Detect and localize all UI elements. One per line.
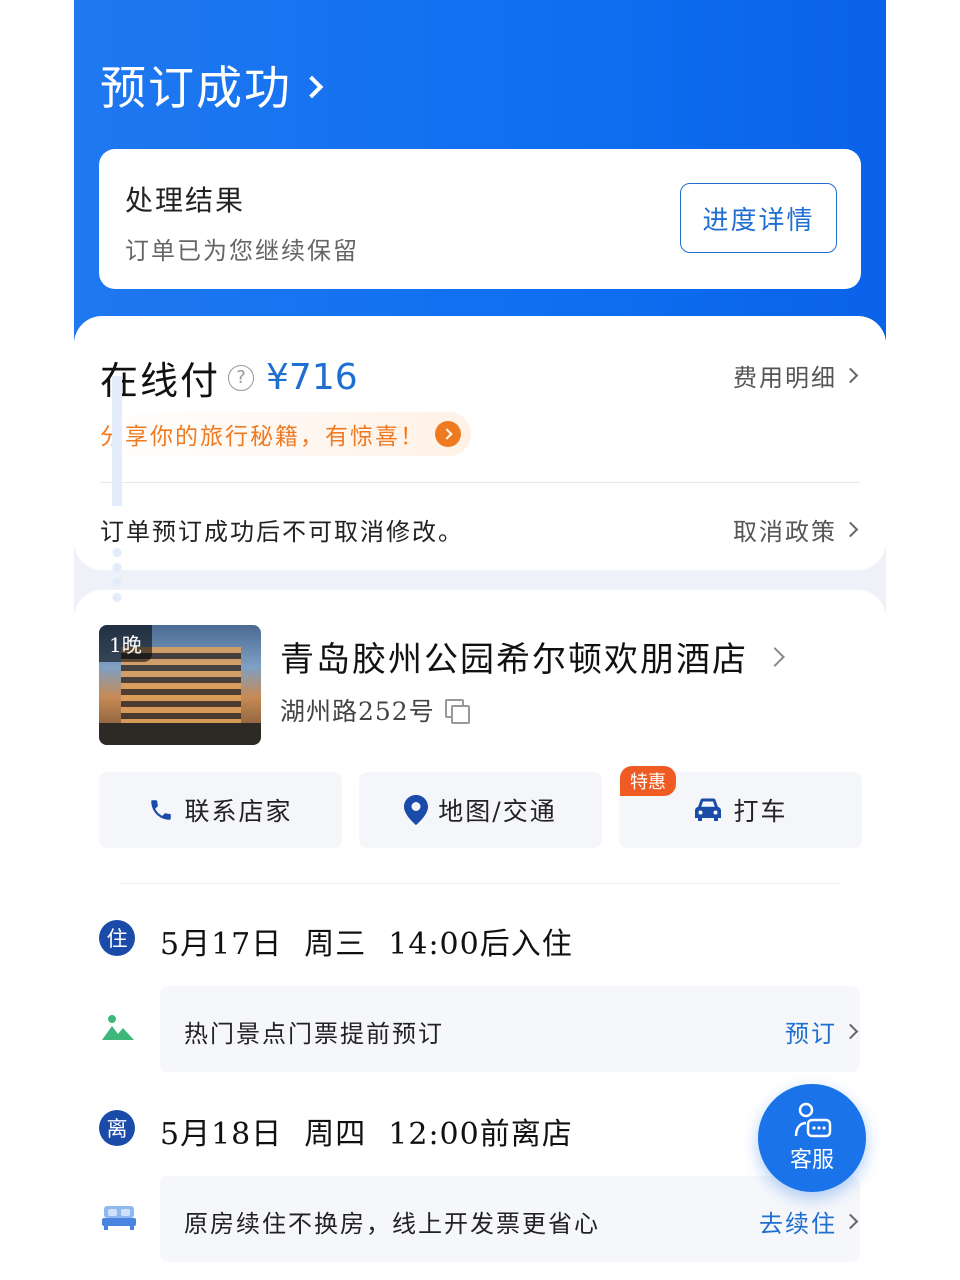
hotel-photo[interactable]: 1晚 xyxy=(99,625,261,745)
result-title: 处理结果 xyxy=(125,184,246,217)
timeline-dotted-connector xyxy=(112,545,122,605)
map-transport-label: 地图/交通 xyxy=(438,797,557,826)
checkout-weekday: 周四 xyxy=(304,1117,367,1152)
checkin-time: 14:00后入住 xyxy=(388,927,573,962)
chevron-right-icon xyxy=(300,75,324,99)
car-icon xyxy=(695,798,722,821)
extend-stay-link-label: 去续住 xyxy=(759,1210,837,1238)
attraction-tickets-link[interactable]: 预订 xyxy=(785,1014,859,1049)
processing-result-card: 处理结果 订单已为您继续保留 进度详情 xyxy=(99,149,861,289)
checkout-line: 5月18日 周四 12:00前离店 xyxy=(160,1109,573,1153)
map-transport-button[interactable]: 地图/交通 xyxy=(359,772,602,848)
total-price: ¥716 xyxy=(266,357,358,398)
progress-details-button[interactable]: 进度详情 xyxy=(680,183,837,253)
cancellation-policy-label: 取消政策 xyxy=(733,518,837,546)
location-pin-icon xyxy=(404,795,429,825)
hotel-name-link[interactable]: 青岛胶州公园希尔顿欢朋酒店 xyxy=(280,632,785,681)
phone-icon xyxy=(151,800,172,820)
contact-hotel-button[interactable]: 联系店家 xyxy=(99,772,342,848)
booking-status-title[interactable]: 预订成功 xyxy=(100,52,324,118)
cancellation-policy-link[interactable]: 取消政策 xyxy=(733,512,859,547)
chevron-right-icon xyxy=(842,521,859,538)
cancellation-notice: 订单预订成功后不可取消修改。 xyxy=(100,518,464,546)
extend-stay-link[interactable]: 去续住 xyxy=(759,1204,859,1239)
payment-card: 在线付 ? ¥716 费用明细 分享你的旅行秘籍，有惊喜！ 订单预订成功后不可取… xyxy=(74,316,886,570)
checkout-badge: 离 xyxy=(99,1110,135,1146)
share-promo-banner[interactable]: 分享你的旅行秘籍，有惊喜！ xyxy=(92,412,471,456)
attraction-tickets-link-label: 预订 xyxy=(785,1020,837,1048)
extend-stay-text: 原房续住不换房，线上开发票更省心 xyxy=(184,1210,600,1238)
share-promo-text: 分享你的旅行秘籍，有惊喜！ xyxy=(100,424,425,450)
payment-summary: 在线付 ? ¥716 xyxy=(100,350,358,405)
checkin-weekday: 周三 xyxy=(304,927,367,962)
attraction-tickets-row[interactable]: 热门景点门票提前预订 预订 xyxy=(160,986,860,1072)
chevron-right-icon xyxy=(765,646,785,667)
hotel-name: 青岛胶州公园希尔顿欢朋酒店 xyxy=(280,640,748,680)
divider xyxy=(120,883,840,884)
copy-icon[interactable] xyxy=(444,699,470,724)
question-icon[interactable]: ? xyxy=(228,364,255,391)
extend-stay-row[interactable]: 原房续住不换房，线上开发票更省心 去续住 xyxy=(160,1176,860,1262)
booking-status-text: 预订成功 xyxy=(100,61,292,115)
checkin-badge: 住 xyxy=(99,920,135,956)
fee-details-label: 费用明细 xyxy=(733,364,837,392)
timeline-connector xyxy=(112,376,122,506)
contact-hotel-label: 联系店家 xyxy=(184,797,293,826)
taxi-label: 打车 xyxy=(733,797,788,826)
checkin-line: 5月17日 周三 14:00后入住 xyxy=(160,919,573,963)
customer-service-button[interactable]: 客服 xyxy=(758,1084,866,1192)
special-offer-badge: 特惠 xyxy=(620,766,676,796)
customer-service-icon xyxy=(794,1102,832,1138)
chevron-right-icon xyxy=(842,1213,859,1230)
checkout-time: 12:00前离店 xyxy=(388,1117,573,1152)
arrow-right-circle-icon xyxy=(435,421,461,447)
customer-service-label: 客服 xyxy=(789,1148,834,1173)
hotel-address: 湖州路252号 xyxy=(280,692,470,728)
app-screen: 预订成功 处理结果 订单已为您继续保留 进度详情 在线付 ? ¥716 费用明细… xyxy=(74,0,886,1280)
hotel-ground-graphic xyxy=(99,723,261,745)
fee-details-link[interactable]: 费用明细 xyxy=(733,358,859,393)
hotel-address-text: 湖州路252号 xyxy=(280,697,435,726)
chevron-right-icon xyxy=(842,1023,859,1040)
checkout-date: 5月18日 xyxy=(160,1117,283,1152)
attraction-tickets-text: 热门景点门票提前预订 xyxy=(184,1020,444,1048)
checkin-date: 5月17日 xyxy=(160,927,283,962)
chevron-right-icon xyxy=(842,367,859,384)
header-banner: 预订成功 处理结果 订单已为您继续保留 进度详情 xyxy=(74,0,886,340)
mountain-icon xyxy=(102,1015,134,1040)
divider xyxy=(100,482,860,483)
nights-badge: 1晚 xyxy=(99,625,152,662)
bed-icon xyxy=(102,1206,136,1230)
result-description: 订单已为您继续保留 xyxy=(125,237,359,265)
